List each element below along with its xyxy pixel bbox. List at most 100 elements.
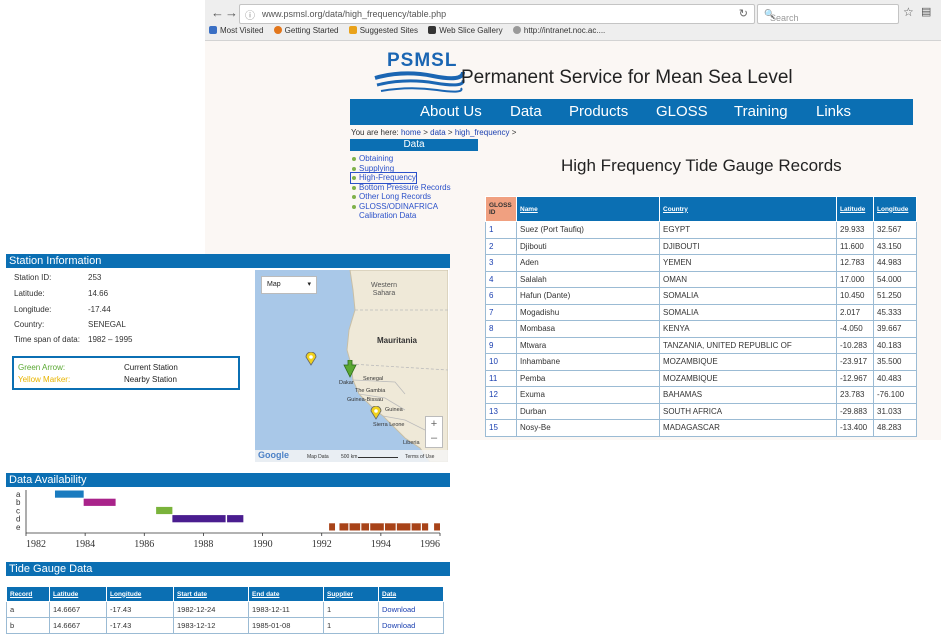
table-row: 12 Exuma BAHAMAS 23.783 -76.100 xyxy=(485,386,917,404)
cell-gloss-id[interactable]: 12 xyxy=(485,386,517,404)
availability-gap xyxy=(360,523,362,531)
column-header-data[interactable]: Data xyxy=(378,586,444,602)
cell-longitude: 45.333 xyxy=(873,303,917,321)
cell-name: Suez (Port Taufiq) xyxy=(516,221,660,239)
page-heading: High Frequency Tide Gauge Records xyxy=(561,156,842,175)
cell-gloss-id[interactable]: 15 xyxy=(485,419,517,437)
map-label-western-sahara: Western Sahara xyxy=(371,282,397,297)
nearby-station-marker-icon[interactable] xyxy=(370,406,382,420)
cell-country: SOMALIA xyxy=(659,287,837,305)
breadcrumb-high-frequency[interactable]: high_frequency xyxy=(455,128,510,137)
nav-products[interactable]: Products xyxy=(569,103,628,120)
cell-gloss-id[interactable]: 10 xyxy=(485,353,517,371)
logo-waves-icon xyxy=(374,71,465,93)
cell-name: Hafun (Dante) xyxy=(516,287,660,305)
back-icon[interactable]: ← xyxy=(211,5,224,20)
cell-gloss-id[interactable]: 1 xyxy=(485,221,517,239)
browser-toolbar: ← → ⓘ www.psmsl.org/data/high_frequency/… xyxy=(205,0,941,41)
cell-download-link[interactable]: Download xyxy=(378,617,444,634)
map-type-dropdown[interactable]: Map ▾ xyxy=(261,276,317,294)
cell-country: KENYA xyxy=(659,320,837,338)
search-input[interactable]: 🔍 Search xyxy=(757,4,899,24)
bookmark-intranet[interactable]: http://intranet.noc.ac.... xyxy=(512,26,605,35)
nav-data[interactable]: Data xyxy=(510,103,542,120)
bookmark-most-visited[interactable]: Most Visited xyxy=(209,26,263,35)
cell-gloss-id[interactable]: 8 xyxy=(485,320,517,338)
cell-gloss-id[interactable]: 2 xyxy=(485,237,517,255)
nav-about-us[interactable]: About Us xyxy=(420,103,482,120)
nav-gloss[interactable]: GLOSS xyxy=(656,103,708,120)
url-bar[interactable]: ⓘ www.psmsl.org/data/high_frequency/tabl… xyxy=(239,4,755,24)
bookmark-getting-started[interactable]: Getting Started xyxy=(273,26,338,35)
table-row: 3 Aden YEMEN 12.783 44.983 xyxy=(485,254,917,272)
clipboard-icon[interactable]: ▤ xyxy=(921,5,931,18)
star-icon[interactable]: ☆ xyxy=(903,5,914,19)
column-header-longitude[interactable]: Longitude xyxy=(873,196,917,222)
station-id-label: Station ID: xyxy=(14,273,52,282)
nav-training[interactable]: Training xyxy=(734,103,788,120)
cell-end-date: 1983-12-11 xyxy=(248,601,324,618)
data-availability-chart: abcde1982 1984 1986 1988 1990 1992 1994 1996 xyxy=(16,490,441,550)
legend-yellow-marker-desc: Nearby Station xyxy=(124,375,177,384)
zoom-in-button[interactable]: + xyxy=(426,417,442,431)
sidebar-item-other-long-records[interactable]: Other Long Records xyxy=(351,192,451,202)
cell-longitude: 43.150 xyxy=(873,237,917,255)
cell-gloss-id[interactable]: 3 xyxy=(485,254,517,272)
breadcrumb-home[interactable]: home xyxy=(401,128,421,137)
breadcrumb-data[interactable]: data xyxy=(430,128,446,137)
longitude-label: Longitude: xyxy=(14,305,52,314)
column-header-record[interactable]: Record xyxy=(6,586,50,602)
nearby-station-marker-icon[interactable] xyxy=(305,352,317,366)
current-station-arrow-icon[interactable] xyxy=(343,360,357,378)
sidebar-item-supplying[interactable]: Supplying xyxy=(351,164,451,174)
cell-name: Mombasa xyxy=(516,320,660,338)
cell-gloss-id[interactable]: 7 xyxy=(485,303,517,321)
table-row: 13 Durban SOUTH AFRICA -29.883 31.033 xyxy=(485,402,917,420)
availability-bar-b xyxy=(83,498,116,506)
column-header-end-date[interactable]: End date xyxy=(248,586,324,602)
cell-download-link[interactable]: Download xyxy=(378,601,444,618)
station-map[interactable]: Map ▾ Western Sahara Mauritania Dakar Se… xyxy=(255,270,448,462)
cell-gloss-id[interactable]: 13 xyxy=(485,402,517,420)
column-header-gloss-id[interactable]: GLOSS ID xyxy=(485,196,517,222)
column-header-name[interactable]: Name xyxy=(516,196,660,222)
table-row: 4 Salalah OMAN 17.000 54.000 xyxy=(485,270,917,288)
reload-icon[interactable]: ↻ xyxy=(739,7,748,20)
cell-latitude: 14.6667 xyxy=(49,601,107,618)
column-header-country[interactable]: Country xyxy=(659,196,837,222)
station-panel: Station Information Station ID: 253 Lati… xyxy=(6,254,450,634)
cell-country: SOUTH AFRICA xyxy=(659,402,837,420)
bookmark-web-slice-gallery[interactable]: Web Slice Gallery xyxy=(428,26,503,35)
terms-of-use-link[interactable]: Terms of Use xyxy=(405,454,434,460)
cell-gloss-id[interactable]: 9 xyxy=(485,336,517,354)
table-row: 2 Djibouti DJIBOUTI 11.600 43.150 xyxy=(485,237,917,255)
sidebar-item-bottom-pressure[interactable]: Bottom Pressure Records xyxy=(351,183,451,193)
column-header-latitude[interactable]: Latitude xyxy=(836,196,874,222)
nav-links[interactable]: Links xyxy=(816,103,851,120)
forward-icon[interactable]: → xyxy=(225,5,238,20)
cell-latitude: -12.967 xyxy=(836,369,874,387)
cell-gloss-id[interactable]: 4 xyxy=(485,270,517,288)
bookmark-suggested-sites[interactable]: Suggested Sites xyxy=(348,26,418,35)
country-value: SENEGAL xyxy=(88,320,126,329)
cell-longitude: 44.983 xyxy=(873,254,917,272)
availability-x-tick-label: 1994 xyxy=(371,539,391,550)
cell-gloss-id[interactable]: 11 xyxy=(485,369,517,387)
availability-gap xyxy=(348,523,350,531)
station-id-value: 253 xyxy=(88,273,102,282)
availability-x-tick-label: 1988 xyxy=(193,539,213,550)
sidebar-item-calibration-data[interactable]: Calibration Data xyxy=(351,211,451,221)
sidebar-item-obtaining[interactable]: Obtaining xyxy=(351,154,451,164)
zoom-out-button[interactable]: – xyxy=(426,431,442,445)
sidebar-item-gloss-odinafrica[interactable]: GLOSS/ODINAFRICA xyxy=(351,202,451,212)
availability-gap xyxy=(410,523,412,531)
column-header-start-date[interactable]: Start date xyxy=(173,586,249,602)
column-header-longitude[interactable]: Longitude xyxy=(106,586,174,602)
cell-gloss-id[interactable]: 6 xyxy=(485,287,517,305)
column-header-supplier[interactable]: Supplier xyxy=(323,586,379,602)
map-data-link[interactable]: Map Data xyxy=(307,454,329,460)
psmsl-logo[interactable]: PSMSL xyxy=(373,48,465,94)
breadcrumb-prefix: You are here: xyxy=(351,128,399,137)
column-header-latitude[interactable]: Latitude xyxy=(49,586,107,602)
sidebar-item-high-frequency[interactable]: High-Frequency xyxy=(350,172,417,184)
